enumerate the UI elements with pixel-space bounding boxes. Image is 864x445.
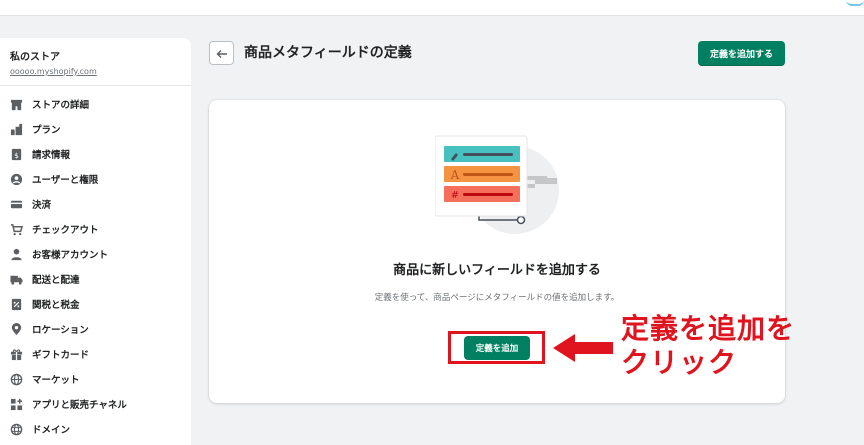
annotation-line-2: クリック [621,346,738,379]
sidebar-item-billing[interactable]: $ 請求情報 [0,144,191,164]
truck-icon [9,272,23,286]
annotation-arrow-icon [553,334,613,362]
arrow-left-icon [216,44,228,63]
sidebar-item-label: アプリと販売チャネル [32,400,127,411]
sidebar-item-store-details[interactable]: ストアの詳細 [0,94,191,114]
plan-icon [9,122,23,136]
store-icon [9,97,23,111]
credit-card-icon [9,197,23,211]
user-icon [9,172,23,186]
store-name: 私のストア [10,52,60,63]
gift-icon [9,347,23,361]
sidebar-item-shipping[interactable]: 配送と配達 [0,269,191,289]
annotation-line-1: 定義を追加を [621,312,796,345]
svg-text:#: # [451,190,459,201]
add-definition-button[interactable]: 定義を追加する [698,41,785,66]
sidebar-item-checkout[interactable]: チェックアウト [0,219,191,239]
domain-globe-icon [9,422,23,436]
sidebar-item-label: 関税と税金 [32,300,80,311]
sidebar-item-label: 決済 [32,200,52,211]
sidebar-item-label: ギフトカード [32,350,90,361]
sidebar-item-locations[interactable]: ロケーション [0,319,191,339]
sidebar-item-plan[interactable]: プラン [0,119,191,139]
sidebar-item-markets[interactable]: マーケット [0,369,191,389]
cart-icon [9,222,23,236]
sidebar-item-label: 請求情報 [32,150,71,161]
sidebar-item-label: ユーザーと権限 [32,175,99,186]
svg-text:A: A [450,168,460,182]
empty-state-heading: 商品に新しいフィールドを追加する [393,263,601,278]
store-header: 私のストア ooooo.myshopify.com [0,38,191,86]
sidebar-item-apps[interactable]: アプリと販売チャネル [0,394,191,414]
corner-decoration [846,0,864,6]
sidebar-item-customer-accounts[interactable]: お客様アカウント [0,244,191,264]
sidebar-item-users[interactable]: ユーザーと権限 [0,169,191,189]
add-definition-cta-button[interactable]: 定義を追加 [464,336,530,360]
svg-text:$: $ [14,150,19,159]
sidebar-item-gift-cards[interactable]: ギフトカード [0,344,191,364]
annotation-text: 定義を追加を クリック [621,312,795,380]
location-pin-icon [9,322,23,336]
store-url-link[interactable]: ooooo.myshopify.com [10,67,191,77]
sidebar-item-label: ドメイン [32,425,71,436]
back-button[interactable] [209,41,234,65]
metafields-illustration: A # [435,135,559,234]
top-bar [0,0,864,16]
sidebar-item-label: ロケーション [32,325,89,336]
page-title: 商品メタフィールドの定義 [244,45,412,61]
sidebar-item-taxes[interactable]: 関税と税金 [0,294,191,314]
sidebar-item-label: ストアの詳細 [32,100,90,111]
sidebar-item-label: プラン [32,125,61,136]
person-icon [9,247,23,261]
sidebar-item-label: チェックアウト [32,225,99,236]
sidebar-item-payments[interactable]: 決済 [0,194,191,214]
tax-icon [9,297,23,311]
empty-state-description: 定義を使って、商品ページにメタフィールドの値を追加します。 [374,293,620,303]
settings-sidebar: 私のストア ooooo.myshopify.com ストアの詳細 プラン $ 請… [0,38,191,445]
sidebar-item-label: 配送と配達 [32,275,80,286]
billing-icon: $ [9,147,23,161]
globe-icon [9,372,23,386]
sidebar-item-label: マーケット [32,375,80,386]
sidebar-item-label: お客様アカウント [32,250,109,261]
apps-icon [9,397,23,411]
sidebar-item-domains[interactable]: ドメイン [0,419,191,439]
